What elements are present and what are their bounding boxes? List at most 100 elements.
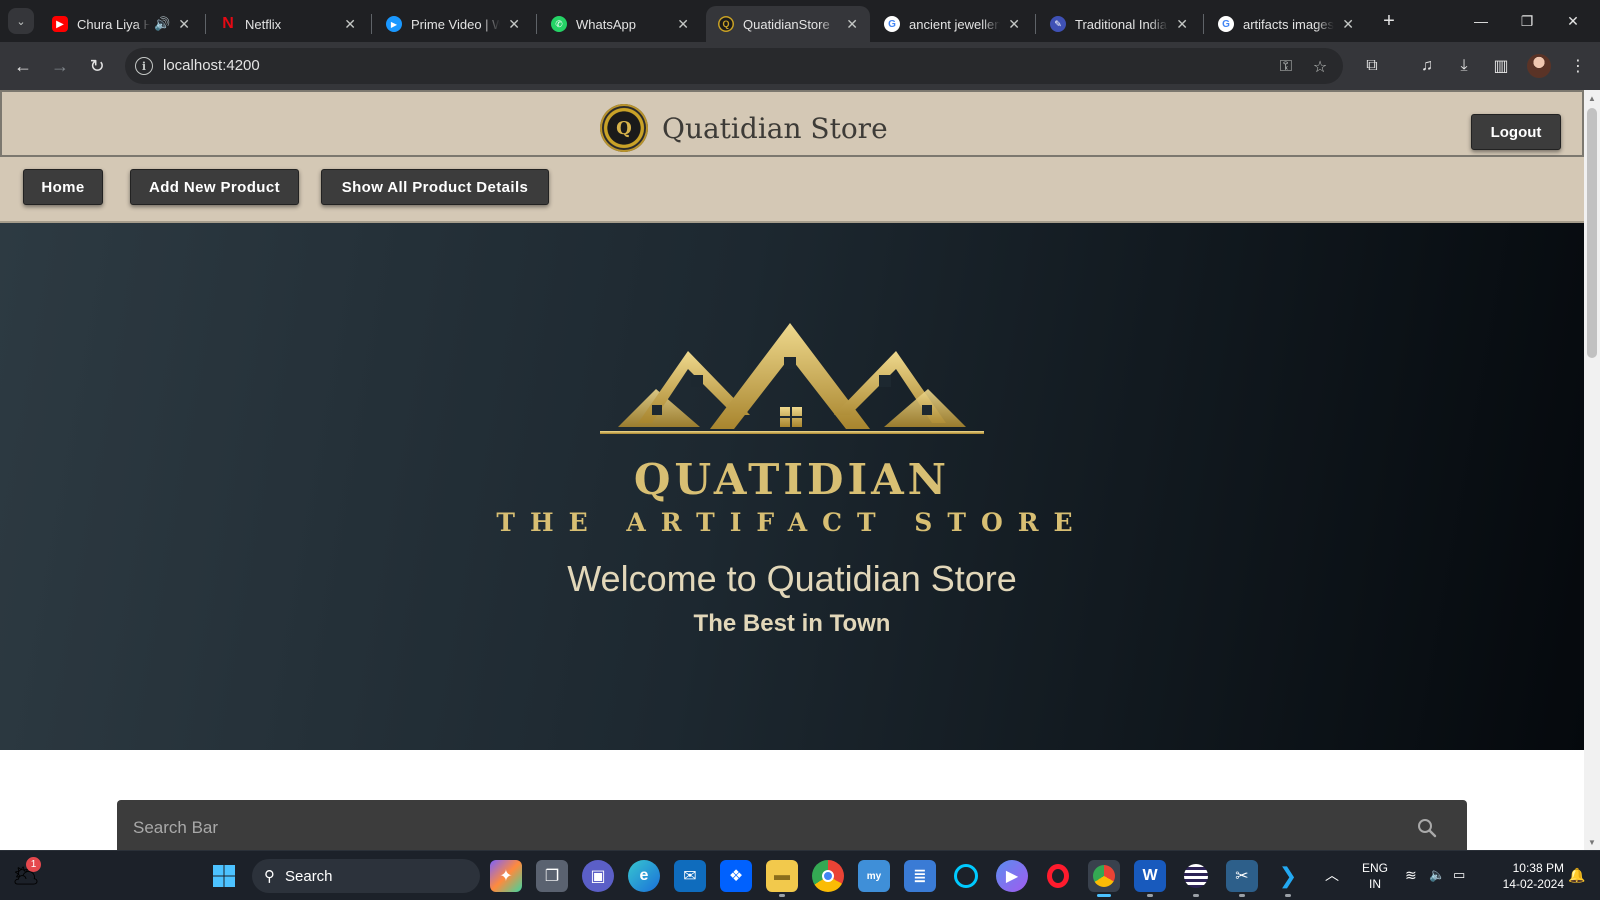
vscode-icon: ❯ (1278, 863, 1298, 888)
start-button[interactable] (208, 860, 240, 892)
star-icon[interactable]: ☆ (1309, 56, 1331, 78)
tab-separator (1035, 14, 1036, 34)
close-icon[interactable]: ✕ (1008, 16, 1020, 33)
notepad-app[interactable]: ≣ (904, 860, 936, 892)
chevron-up-icon: ︿ (1325, 867, 1339, 883)
kebab-menu-icon[interactable]: ⋮ (1564, 52, 1592, 80)
home-button[interactable]: Home (23, 169, 103, 205)
browser-tab-artifacts-images[interactable]: G artifacts images ✕ (1206, 6, 1366, 42)
show-hidden-icons[interactable]: ︿ (1325, 867, 1339, 883)
forward-button[interactable]: → (46, 52, 74, 80)
page-scrollbar[interactable]: ▲ ▼ (1584, 90, 1600, 850)
volume-icon[interactable]: 🔈 (1429, 867, 1445, 883)
edge-app[interactable]: e (628, 860, 660, 892)
eclipse-app[interactable] (1180, 860, 1212, 897)
new-tab-button[interactable]: + (1376, 8, 1402, 34)
task-view-app[interactable]: ❐ (536, 860, 568, 892)
language-label: ENG (1361, 861, 1388, 875)
chrome-icon (822, 870, 834, 882)
tab-search-button[interactable]: ⌄ (8, 8, 34, 34)
copilot-app[interactable]: ✦ (490, 860, 522, 892)
logout-button[interactable]: Logout (1471, 114, 1561, 150)
tab-separator (371, 14, 372, 34)
alexa-app[interactable] (950, 860, 982, 892)
netflix-icon: N (222, 15, 234, 32)
copilot-icon: ✦ (499, 868, 513, 885)
close-icon[interactable]: ✕ (508, 16, 520, 33)
close-icon[interactable]: ✕ (1176, 16, 1188, 33)
url-text[interactable]: localhost:4200 (163, 57, 260, 74)
opera-icon (1047, 864, 1069, 888)
extensions-icon[interactable]: ⧉ (1358, 52, 1386, 80)
mail-app[interactable]: ✉ (674, 860, 706, 892)
browser-tab-netflix[interactable]: N Netflix ✕ (208, 6, 368, 42)
reload-button[interactable]: ↻ (83, 52, 111, 80)
site-info-icon[interactable]: i (135, 57, 153, 75)
wifi-icon[interactable]: ≋ (1405, 867, 1417, 883)
close-icon[interactable]: ✕ (344, 16, 356, 33)
clock[interactable]: 10:38 PM 14-02-2024 (1484, 860, 1564, 892)
tab-separator (205, 14, 206, 34)
bell-icon[interactable]: 🔔 (1568, 867, 1585, 883)
key-icon[interactable]: ⚿ (1275, 56, 1297, 78)
brand-logo: Q (600, 104, 648, 152)
word-icon: W (1142, 867, 1158, 884)
arrow-left-icon: ← (14, 55, 32, 76)
notepad-icon: ≣ (913, 868, 927, 885)
media-control-icon[interactable]: ♫ (1413, 52, 1441, 80)
media-player-app[interactable]: ▶ (996, 860, 1028, 892)
language-indicator[interactable]: ENG IN (1357, 860, 1393, 892)
browser-tab-prime-video[interactable]: ▶ Prime Video | Watch ✕ (374, 6, 532, 42)
back-button[interactable]: ← (9, 52, 37, 80)
tab-title: Prime Video | Watch (411, 16, 501, 32)
search-icon[interactable] (1415, 816, 1439, 840)
download-icon[interactable]: ⤓ (1450, 52, 1478, 80)
scroll-up-icon[interactable]: ▲ (1584, 90, 1600, 106)
close-icon[interactable]: ✕ (178, 16, 190, 33)
folder-icon: ▬ (774, 867, 790, 884)
weather-widget[interactable]: 🌥 1 (10, 857, 42, 892)
file-explorer-app[interactable]: ▬ (766, 860, 798, 897)
browser-tab-youtube[interactable]: ▶ Chura Liya Hai 🔊 ✕ (40, 6, 202, 42)
snipping-tool-app[interactable]: ✂ (1226, 860, 1258, 897)
show-all-product-details-button[interactable]: Show All Product Details (321, 169, 549, 205)
arrow-right-icon: → (51, 55, 69, 76)
restore-button[interactable]: ❐ (1504, 6, 1550, 36)
scroll-down-icon[interactable]: ▼ (1584, 834, 1600, 850)
dropbox-icon: ❖ (728, 868, 744, 885)
close-icon[interactable]: ✕ (1342, 16, 1354, 33)
dropbox-app[interactable]: ❖ (720, 860, 752, 892)
tab-title: artifacts images (1243, 16, 1335, 32)
close-icon[interactable]: ✕ (677, 16, 689, 33)
tab-title: WhatsApp (576, 16, 636, 32)
address-bar[interactable]: i localhost:4200 ⚿ ☆ (125, 48, 1343, 84)
browser-tab-strip: ⌄ ▶ Chura Liya Hai 🔊 ✕ N Netflix ✕ ▶ Pri… (0, 0, 1600, 42)
browser-tab-traditional-indian[interactable]: ✎ Traditional Indian ✕ (1038, 6, 1200, 42)
speaker-icon[interactable]: 🔊 (154, 16, 170, 32)
battery-icon[interactable]: ▭ (1453, 867, 1465, 883)
search-bar (117, 800, 1467, 850)
brand-name: Quatidian Store (662, 111, 888, 145)
teams-app[interactable]: ▣ (582, 860, 614, 892)
taskbar-search[interactable]: ⚲ Search (252, 859, 480, 893)
vscode-app[interactable]: ❯ (1272, 860, 1304, 897)
side-panel-icon[interactable]: ▥ (1487, 52, 1515, 80)
close-window-button[interactable]: ✕ (1550, 6, 1596, 36)
close-icon[interactable]: ✕ (846, 16, 858, 33)
search-icon: ⚲ (264, 868, 275, 885)
browser-tab-whatsapp[interactable]: ✆ WhatsApp ✕ (539, 6, 701, 42)
profile-avatar[interactable] (1527, 54, 1551, 78)
word-app[interactable]: W (1134, 860, 1166, 897)
chrome-active-app[interactable] (1088, 860, 1120, 897)
browser-tab-ancient-jewellery[interactable]: G ancient jewellery ✕ (872, 6, 1032, 42)
mysql-app[interactable]: my (858, 860, 890, 892)
chrome-app[interactable] (812, 860, 844, 892)
browser-tab-quatidian-store[interactable]: Q QuatidianStore ✕ (706, 6, 870, 42)
opera-app[interactable] (1042, 860, 1074, 892)
minimize-button[interactable]: — (1458, 6, 1504, 36)
add-new-product-button[interactable]: Add New Product (130, 169, 299, 205)
search-input[interactable] (133, 812, 1373, 844)
google-icon: G (884, 16, 900, 32)
scrollbar-thumb[interactable] (1587, 108, 1597, 358)
eclipse-icon (1184, 864, 1208, 888)
